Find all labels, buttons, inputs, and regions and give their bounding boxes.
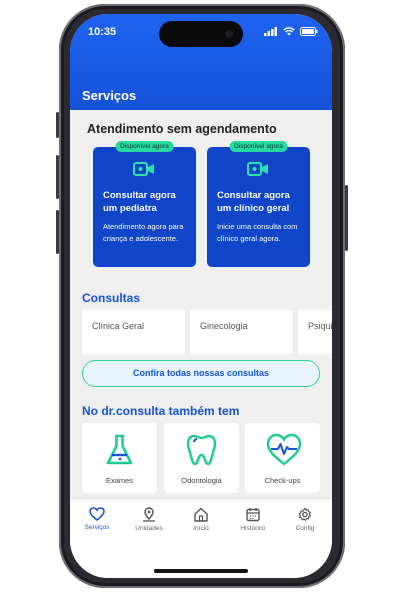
map-pin-icon <box>143 507 155 522</box>
service-odontologia[interactable]: Odontologia <box>164 423 239 493</box>
power-button <box>345 185 348 251</box>
consulta-item-ginecologia[interactable]: Ginecologia <box>190 310 293 354</box>
status-time: 10:35 <box>88 26 117 38</box>
tile-label: Check-ups <box>264 476 301 485</box>
tab-label: Início <box>193 525 209 532</box>
tab-inicio[interactable]: Início <box>175 507 227 532</box>
heart-pulse-icon <box>266 433 302 466</box>
app-header: 10:35 Serviços <box>70 14 332 110</box>
main-content[interactable]: Atendimento sem agendamento Disponível a… <box>70 110 332 498</box>
card-description: Inicie uma consulta com clínico geral ag… <box>217 222 298 243</box>
battery-icon <box>300 27 318 36</box>
service-exames[interactable]: Exames <box>82 423 157 493</box>
all-consultas-button[interactable]: Confira todas nossas consultas <box>82 360 320 387</box>
card-description: Atendimento agora para criança e adolesc… <box>103 222 184 243</box>
tab-label: Histórico <box>240 525 266 532</box>
volume-down-button <box>56 210 59 254</box>
tab-label: Unidades <box>135 525 163 532</box>
consultas-section-title: Consultas <box>82 291 141 305</box>
calendar-icon <box>246 508 260 522</box>
pediatra-card[interactable]: Disponível agora Consultar agora um pedi… <box>93 141 196 267</box>
tab-servicos[interactable]: Serviços <box>71 507 123 531</box>
video-camera-icon <box>133 162 154 176</box>
available-badge: Disponível agora <box>229 141 288 152</box>
app-screen: 10:35 Serviços Atendimento sem agendamen… <box>70 14 332 578</box>
signal-icon <box>264 27 277 36</box>
home-indicator[interactable] <box>154 569 248 573</box>
tab-historico[interactable]: Histórico <box>227 507 279 532</box>
volume-up-button <box>56 155 59 199</box>
clinico-geral-card[interactable]: Disponível agora Consultar agora um clín… <box>207 141 310 267</box>
consulta-item-clinica-geral[interactable]: Clínica Geral <box>82 310 185 354</box>
mute-switch <box>56 112 59 138</box>
heart-icon <box>89 507 105 521</box>
card-title: Consultar agora um clínico geral <box>217 190 290 214</box>
tab-config[interactable]: Config <box>279 507 331 532</box>
available-badge: Disponível agora <box>115 141 174 152</box>
tile-label: Exames <box>105 476 134 485</box>
services-section-title: No dr.consulta também tem <box>82 404 240 418</box>
bottom-tab-bar: Serviços Unidades Início Histórico Confi… <box>70 498 332 578</box>
wifi-icon <box>283 27 295 36</box>
tab-label: Config <box>295 525 315 532</box>
tile-label: Odontologia <box>181 476 222 485</box>
gear-icon <box>298 507 312 521</box>
status-icons <box>264 27 318 36</box>
video-camera-icon <box>247 162 268 176</box>
card-title: Consultar agora um pediatra <box>103 190 176 214</box>
home-icon <box>194 507 208 522</box>
tooth-icon <box>186 434 217 466</box>
service-checkups[interactable]: Check-ups <box>245 423 320 493</box>
flask-icon <box>106 434 133 465</box>
dynamic-island <box>159 21 243 47</box>
page-title: Serviços <box>82 88 137 103</box>
tab-label: Serviços <box>84 524 110 531</box>
consulta-item-psiquiatria[interactable]: Psiquiatria <box>298 310 332 354</box>
walkin-section-title: Atendimento sem agendamento <box>87 122 277 136</box>
tab-unidades[interactable]: Unidades <box>123 507 175 532</box>
